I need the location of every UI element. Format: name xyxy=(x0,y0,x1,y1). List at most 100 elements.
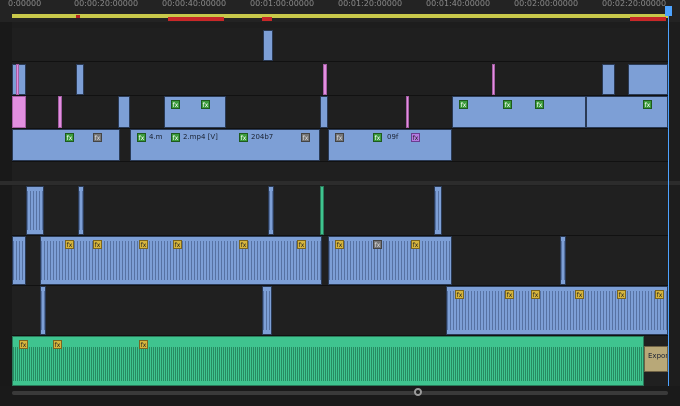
marker-clip[interactable] xyxy=(492,64,495,95)
playhead-line[interactable] xyxy=(668,8,669,386)
fx-green-icon[interactable]: fx xyxy=(643,100,652,109)
fx-yellow-icon[interactable]: fx xyxy=(297,240,306,249)
marker-clip[interactable] xyxy=(58,96,62,128)
video-track-3[interactable]: fx fx fx fx fx fx xyxy=(12,96,668,129)
fx-yellow-icon[interactable]: fx xyxy=(239,240,248,249)
fx-yellow-icon[interactable]: fx xyxy=(93,240,102,249)
fx-gray-icon[interactable]: fx xyxy=(93,133,102,142)
video-clip[interactable]: fx xyxy=(586,96,668,128)
fx-gray-icon[interactable]: fx xyxy=(301,133,310,142)
audio-clip[interactable] xyxy=(40,286,46,335)
timeline-panel: 0:00000 00:00:20:00000 00:00:40:00000 00… xyxy=(0,0,680,406)
render-bar-red xyxy=(262,17,272,21)
clip-label: 4.m xyxy=(149,133,163,141)
fx-yellow-icon[interactable]: fx xyxy=(173,240,182,249)
fx-yellow-icon[interactable]: fx xyxy=(455,290,464,299)
scrollbar-track[interactable] xyxy=(12,391,668,395)
ruler-tick: 00:00:20:00000 xyxy=(74,0,139,8)
video-audio-divider[interactable] xyxy=(0,181,680,185)
render-marker xyxy=(76,15,80,18)
audio-clip[interactable] xyxy=(268,186,274,235)
ruler-tick: 0:00000 xyxy=(8,0,42,8)
video-track-2[interactable]: fx fx fx 4.m fx 2.mp4 [V] fx 204b7 fx fx… xyxy=(12,129,668,162)
fx-green-icon[interactable]: fx xyxy=(171,133,180,142)
audio-track-3[interactable]: fx fx fx fx fx fx xyxy=(12,286,668,336)
clip-label: 2.mp4 [V] xyxy=(183,133,218,141)
video-clip[interactable]: fx fx xyxy=(164,96,226,128)
video-track-1[interactable] xyxy=(12,162,668,182)
video-track-5[interactable] xyxy=(12,28,668,62)
video-clip[interactable] xyxy=(76,64,84,95)
audio-clip[interactable] xyxy=(12,236,26,285)
fx-green-icon[interactable]: fx xyxy=(137,133,146,142)
fx-yellow-icon[interactable]: fx xyxy=(335,240,344,249)
zoom-handle[interactable] xyxy=(414,388,422,396)
fx-green-icon[interactable]: fx xyxy=(239,133,248,142)
marker-clip[interactable] xyxy=(323,64,327,95)
video-clip[interactable] xyxy=(12,64,26,95)
fx-green-icon[interactable]: fx xyxy=(535,100,544,109)
fx-yellow-icon[interactable]: fx xyxy=(575,290,584,299)
audio-clip[interactable] xyxy=(560,236,566,285)
marker-clip[interactable] xyxy=(16,64,19,95)
ruler-tick: 00:01:40:00000 xyxy=(426,0,491,8)
video-clip[interactable] xyxy=(628,64,668,95)
fx-yellow-icon[interactable]: fx xyxy=(655,290,664,299)
music-clip[interactable]: fx fx fx xyxy=(12,336,644,386)
fx-green-icon[interactable]: fx xyxy=(171,100,180,109)
fx-green-icon[interactable]: fx xyxy=(65,133,74,142)
clip-label: 204b7 xyxy=(251,133,274,141)
marker-clip[interactable] xyxy=(406,96,409,128)
audio-clip[interactable] xyxy=(78,186,84,235)
video-clip[interactable]: fx 4.m fx 2.mp4 [V] fx 204b7 fx xyxy=(130,129,320,161)
fx-green-icon[interactable]: fx xyxy=(201,100,210,109)
work-area-bar[interactable] xyxy=(12,14,668,18)
fx-yellow-icon[interactable]: fx xyxy=(53,340,62,349)
fx-green-icon[interactable]: fx xyxy=(503,100,512,109)
fx-yellow-icon[interactable]: fx xyxy=(411,240,420,249)
time-ruler[interactable]: 0:00000 00:00:20:00000 00:00:40:00000 00… xyxy=(0,0,680,22)
audio-clip[interactable] xyxy=(26,186,44,235)
video-clip[interactable]: fx fx 09f fx xyxy=(328,129,452,161)
render-bar-red xyxy=(630,17,666,21)
clip-label: 09f xyxy=(387,133,399,141)
render-bar-red xyxy=(168,17,224,21)
audio-clip[interactable] xyxy=(320,186,324,235)
video-track-4[interactable] xyxy=(12,62,668,96)
video-clip[interactable] xyxy=(263,30,273,61)
video-clip[interactable]: fx fx xyxy=(12,129,120,161)
fx-yellow-icon[interactable]: fx xyxy=(19,340,28,349)
fx-gray-icon[interactable]: fx xyxy=(335,133,344,142)
audio-clip[interactable]: fx fx fx fx fx fx xyxy=(446,286,668,335)
fx-purple-icon[interactable]: fx xyxy=(411,133,420,142)
ruler-tick: 00:02:20:00000 xyxy=(602,0,667,8)
export-clip[interactable]: Export xyxy=(644,346,668,372)
audio-track-1[interactable] xyxy=(12,186,668,236)
audio-clip[interactable]: fx fx fx fx fx fx xyxy=(40,236,322,285)
audio-clip[interactable] xyxy=(262,286,272,335)
ruler-tick: 00:02:00:00000 xyxy=(514,0,579,8)
marker-clip[interactable] xyxy=(12,96,26,128)
fx-yellow-icon[interactable]: fx xyxy=(531,290,540,299)
track-header-strip xyxy=(0,22,12,386)
fx-yellow-icon[interactable]: fx xyxy=(505,290,514,299)
video-clip[interactable] xyxy=(118,96,130,128)
video-clip[interactable] xyxy=(602,64,615,95)
fx-yellow-icon[interactable]: fx xyxy=(139,340,148,349)
fx-green-icon[interactable]: fx xyxy=(459,100,468,109)
fx-yellow-icon[interactable]: fx xyxy=(65,240,74,249)
fx-yellow-icon[interactable]: fx xyxy=(617,290,626,299)
audio-track-4[interactable]: fx fx fx Export xyxy=(12,336,668,387)
playhead-handle[interactable] xyxy=(665,6,672,16)
audio-track-2[interactable]: fx fx fx fx fx fx fx fx fx xyxy=(12,236,668,286)
fx-green-icon[interactable]: fx xyxy=(373,133,382,142)
fx-gray-icon[interactable]: fx xyxy=(373,240,382,249)
audio-clip[interactable]: fx fx fx xyxy=(328,236,452,285)
fx-yellow-icon[interactable]: fx xyxy=(139,240,148,249)
horizontal-scrollbar[interactable] xyxy=(0,386,680,406)
video-clip[interactable]: fx fx fx xyxy=(452,96,586,128)
video-clip[interactable] xyxy=(320,96,328,128)
ruler-tick: 00:00:40:00000 xyxy=(162,0,227,8)
ruler-tick: 00:01:00:00000 xyxy=(250,0,315,8)
audio-clip[interactable] xyxy=(434,186,442,235)
